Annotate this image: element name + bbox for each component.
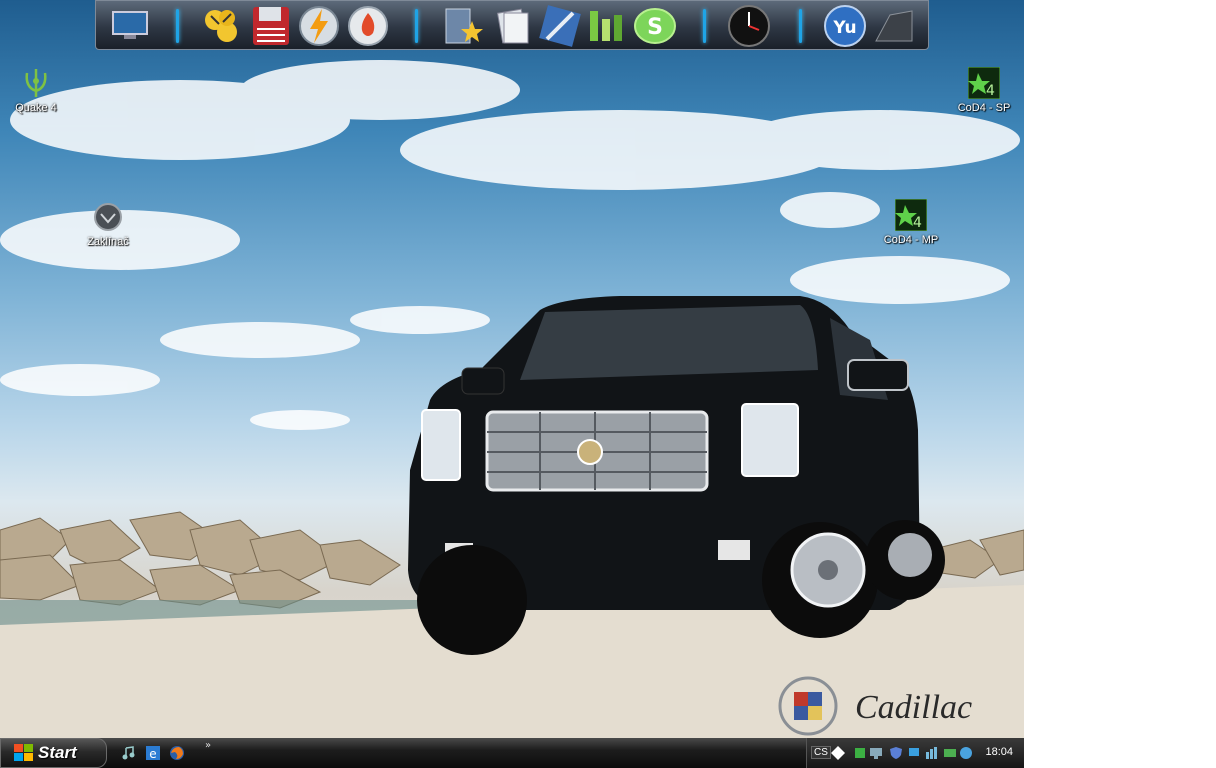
svg-text:S: S [647,15,663,40]
flag-tray-icon[interactable] [907,745,921,759]
cod4-mp-icon: 4 [894,198,928,232]
dock-bar: S Yu [95,0,929,50]
fire-disc-icon[interactable] [346,4,390,48]
network-tray-icon[interactable] [853,745,867,759]
taskbar: Start e » CS 18:04 [0,738,1024,768]
start-button[interactable]: Start [0,738,107,768]
desktop-icon-quake4[interactable]: Quake 4 [1,66,71,114]
svg-text:e: e [149,747,156,761]
tools-icon[interactable] [199,4,243,48]
floppy-save-icon[interactable] [249,4,293,48]
start-label: Start [38,743,77,762]
documents-icon[interactable] [491,4,535,48]
screen: Cadillac Quake 4 Zaklínač 4 CoD4 - SP 4 … [0,0,1024,768]
desktop-wallpaper: Cadillac [0,0,1024,738]
dock-separator [176,9,179,43]
quicklaunch-overflow-chevron[interactable]: » [205,740,211,751]
monitor-tray-icon[interactable] [869,745,883,759]
svg-text:4: 4 [986,83,995,99]
lightning-icon[interactable] [297,4,341,48]
favorites-folder-icon[interactable] [441,4,485,48]
witcher-icon [91,200,125,234]
desktop-icon-cod4-sp[interactable]: 4 CoD4 - SP [949,66,1019,114]
skype-icon[interactable]: S [633,4,677,48]
cod4-sp-icon: 4 [967,66,1001,100]
svg-text:Yu: Yu [832,18,856,38]
internet-explorer-icon[interactable]: e [144,744,162,762]
system-tray: CS 18:04 [806,738,1024,768]
clock-widget-icon[interactable] [727,4,771,48]
desktop-icon-witcher[interactable]: Zaklínač [73,200,143,248]
pen-app-icon[interactable] [538,4,582,48]
svg-text:4: 4 [913,215,922,231]
desktop-icon-label: CoD4 - MP [883,234,939,246]
shield-tray-icon[interactable] [889,745,903,759]
media-player-icon[interactable] [120,744,138,762]
firefox-icon[interactable] [168,744,186,762]
dock-separator [703,9,706,43]
desktop-icon-label: Quake 4 [15,102,57,114]
windows-logo-icon [14,744,34,762]
desktop-icon-label: Zaklínač [87,236,129,248]
language-indicator[interactable]: CS [811,746,831,759]
shadow-folder-icon[interactable] [872,4,916,48]
qip-icon[interactable] [584,4,628,48]
diamond-tray-icon[interactable] [831,745,845,760]
chart-tray-icon[interactable] [925,745,939,759]
dock-separator [799,9,802,43]
dock-separator [415,9,418,43]
desktop-icon-cod4-mp[interactable]: 4 CoD4 - MP [876,198,946,246]
cadillac-wordmark: Cadillac [855,689,972,726]
globe-tray-icon[interactable] [959,745,973,759]
yu-icon[interactable]: Yu [823,4,867,48]
connection-tray-icon[interactable] [943,745,957,759]
clock[interactable]: 18:04 [985,746,1013,758]
desktop-icon-label: CoD4 - SP [957,102,1011,114]
monitor-icon[interactable] [108,4,152,48]
quake4-icon [19,66,53,100]
